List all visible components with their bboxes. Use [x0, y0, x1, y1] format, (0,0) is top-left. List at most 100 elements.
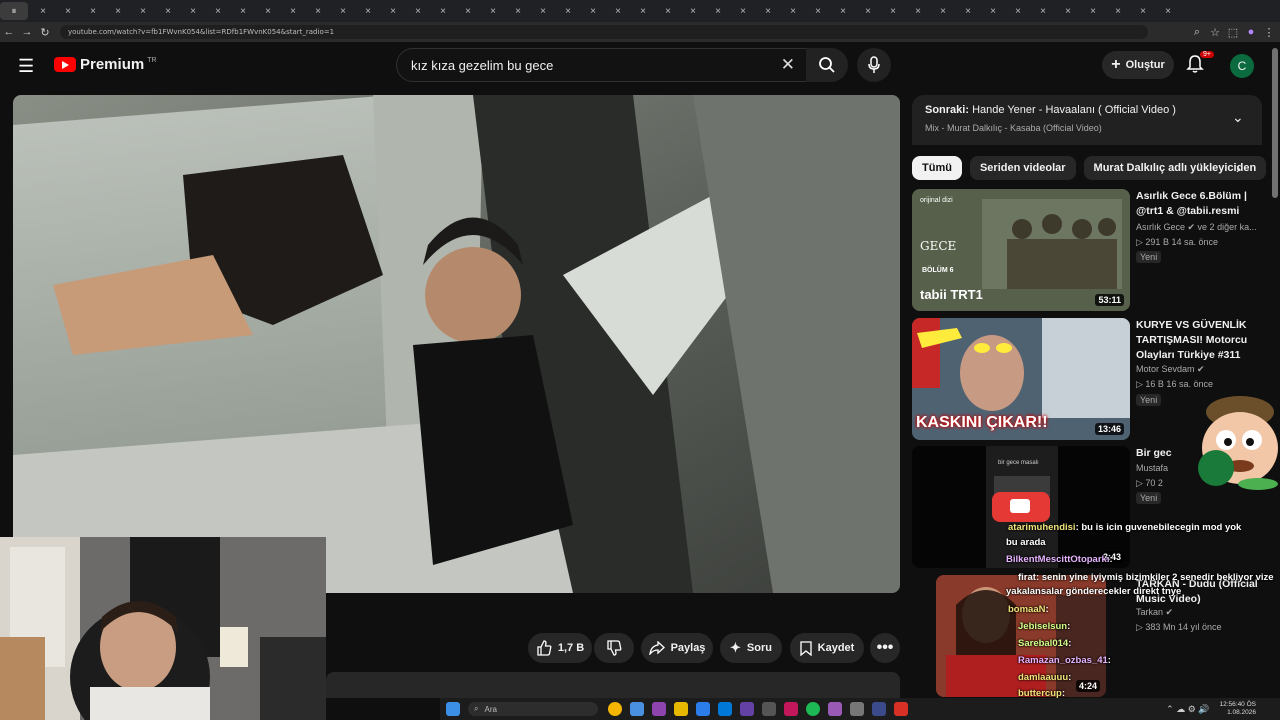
- tab-close-icon[interactable]: ×: [215, 6, 221, 17]
- tab-close-icon[interactable]: ×: [640, 6, 646, 17]
- browser-tab[interactable]: ×: [158, 2, 178, 20]
- browser-tab[interactable]: ×: [333, 2, 353, 20]
- windows-start-icon[interactable]: [446, 702, 460, 716]
- browser-tab[interactable]: ×: [58, 2, 78, 20]
- browser-tab[interactable]: ×: [283, 2, 303, 20]
- taskbar-search[interactable]: ⌕ Ara: [468, 702, 598, 716]
- tab-close-icon[interactable]: ×: [590, 6, 596, 17]
- account-avatar[interactable]: C: [1230, 54, 1254, 78]
- browser-tab[interactable]: ×: [308, 2, 328, 20]
- folder-icon[interactable]: [674, 702, 688, 716]
- browser-tab[interactable]: ×: [608, 2, 628, 20]
- url-field[interactable]: youtube.com/watch?v=fb1FWvnK054&list=RDf…: [60, 25, 1148, 39]
- tab-close-icon[interactable]: ×: [415, 6, 421, 17]
- share-button[interactable]: Paylaş: [641, 633, 713, 663]
- chevron-right-icon[interactable]: ›: [1236, 160, 1241, 176]
- bookmark-star-icon[interactable]: ☆: [1206, 26, 1224, 39]
- video-thumbnail[interactable]: orijinal dizi GECE BÖLÜM 6 tabii TRT1 53…: [912, 189, 1130, 311]
- browser-tab[interactable]: ×: [633, 2, 653, 20]
- tab-close-icon[interactable]: ×: [1040, 6, 1046, 17]
- tab-close-icon[interactable]: ×: [90, 6, 96, 17]
- clear-search-icon[interactable]: ✕: [781, 55, 795, 75]
- chip-series[interactable]: Seriden videolar: [969, 156, 1076, 180]
- extensions-icon[interactable]: ⬚: [1224, 26, 1242, 39]
- browser-tab[interactable]: ×: [383, 2, 403, 20]
- browser-tab[interactable]: ×: [258, 2, 278, 20]
- spotify-icon[interactable]: [806, 702, 820, 716]
- tab-close-icon[interactable]: ×: [1065, 6, 1071, 17]
- profile-icon[interactable]: ●: [1242, 26, 1260, 38]
- system-tray-icons[interactable]: ⌃ ☁ ⚙ 🔊: [1166, 704, 1209, 715]
- channel-name[interactable]: Motor Sevdam ✔: [1136, 364, 1205, 375]
- hamburger-menu-icon[interactable]: ☰: [18, 56, 34, 77]
- obs-icon[interactable]: [872, 702, 886, 716]
- app-icon[interactable]: [652, 702, 666, 716]
- browser-tab[interactable]: ×: [1133, 2, 1153, 20]
- edge-icon[interactable]: [696, 702, 710, 716]
- dislike-button[interactable]: [594, 633, 634, 663]
- browser-tab[interactable]: ×: [908, 2, 928, 20]
- app-icon[interactable]: [784, 702, 798, 716]
- tab-close-icon[interactable]: ×: [65, 6, 71, 17]
- browser-tab[interactable]: ×: [533, 2, 553, 20]
- browser-tab[interactable]: ×: [408, 2, 428, 20]
- description-box[interactable]: [326, 672, 900, 698]
- voice-search-button[interactable]: [857, 48, 891, 82]
- tab-close-icon[interactable]: ×: [565, 6, 571, 17]
- like-button[interactable]: 1,7 B: [528, 633, 592, 663]
- channel-name[interactable]: Tarkan ✔: [1136, 607, 1173, 618]
- browser-tab[interactable]: ×: [458, 2, 478, 20]
- browser-tab[interactable]: ×: [108, 2, 128, 20]
- tab-close-icon[interactable]: ×: [965, 6, 971, 17]
- chrome-icon[interactable]: [608, 702, 622, 716]
- tab-close-icon[interactable]: ×: [340, 6, 346, 17]
- tab-close-icon[interactable]: ×: [240, 6, 246, 17]
- tab-close-icon[interactable]: ×: [990, 6, 996, 17]
- chip-all[interactable]: Tümü: [912, 156, 962, 180]
- browser-tab[interactable]: ×: [483, 2, 503, 20]
- tab-close-icon[interactable]: ×: [1115, 6, 1121, 17]
- browser-menu-icon[interactable]: ⋮: [1260, 26, 1278, 39]
- browser-tab[interactable]: ×: [508, 2, 528, 20]
- tab-close-icon[interactable]: ×: [790, 6, 796, 17]
- tab-close-icon[interactable]: ×: [615, 6, 621, 17]
- tab-close-icon[interactable]: ×: [265, 6, 271, 17]
- tab-close-icon[interactable]: ×: [715, 6, 721, 17]
- browser-tab[interactable]: ×: [558, 2, 578, 20]
- app-icon[interactable]: [762, 702, 776, 716]
- tab-close-icon[interactable]: ×: [365, 6, 371, 17]
- browser-tab[interactable]: ×: [958, 2, 978, 20]
- tab-close-icon[interactable]: ×: [290, 6, 296, 17]
- tab-close-icon[interactable]: ×: [465, 6, 471, 17]
- video-player[interactable]: [13, 95, 900, 593]
- browser-tab[interactable]: ×: [683, 2, 703, 20]
- browser-tab[interactable]: ×: [783, 2, 803, 20]
- browser-tab-active[interactable]: ⏸: [0, 2, 28, 20]
- video-title[interactable]: KURYE VS GÜVENLİK TARTIŞMASI! Motorcu Ol…: [1136, 318, 1264, 363]
- tab-close-icon[interactable]: ×: [865, 6, 871, 17]
- create-button[interactable]: + Oluştur: [1102, 51, 1174, 79]
- browser-tab[interactable]: ×: [208, 2, 228, 20]
- browser-tab[interactable]: ×: [83, 2, 103, 20]
- browser-tab[interactable]: ×: [133, 2, 153, 20]
- tab-close-icon[interactable]: ×: [440, 6, 446, 17]
- tab-close-icon[interactable]: ×: [765, 6, 771, 17]
- next-up-panel[interactable]: Sonraki: Hande Yener - Havaalanı ( Offic…: [912, 95, 1262, 145]
- save-button[interactable]: Kaydet: [790, 633, 864, 663]
- browser-tab[interactable]: ×: [1083, 2, 1103, 20]
- browser-tab[interactable]: ×: [858, 2, 878, 20]
- browser-tab[interactable]: ×: [358, 2, 378, 20]
- tab-close-icon[interactable]: ×: [740, 6, 746, 17]
- browser-tab[interactable]: ×: [933, 2, 953, 20]
- browser-tab[interactable]: ×: [833, 2, 853, 20]
- browser-tab[interactable]: ×: [758, 2, 778, 20]
- search-button[interactable]: [806, 48, 848, 82]
- tab-close-icon[interactable]: ×: [1015, 6, 1021, 17]
- more-actions-button[interactable]: •••: [870, 633, 900, 663]
- tab-close-icon[interactable]: ×: [690, 6, 696, 17]
- app-icon[interactable]: [828, 702, 842, 716]
- tab-close-icon[interactable]: ×: [515, 6, 521, 17]
- tab-close-icon[interactable]: ×: [940, 6, 946, 17]
- zoom-icon[interactable]: ⌕: [1188, 26, 1206, 39]
- tab-close-icon[interactable]: ×: [115, 6, 121, 17]
